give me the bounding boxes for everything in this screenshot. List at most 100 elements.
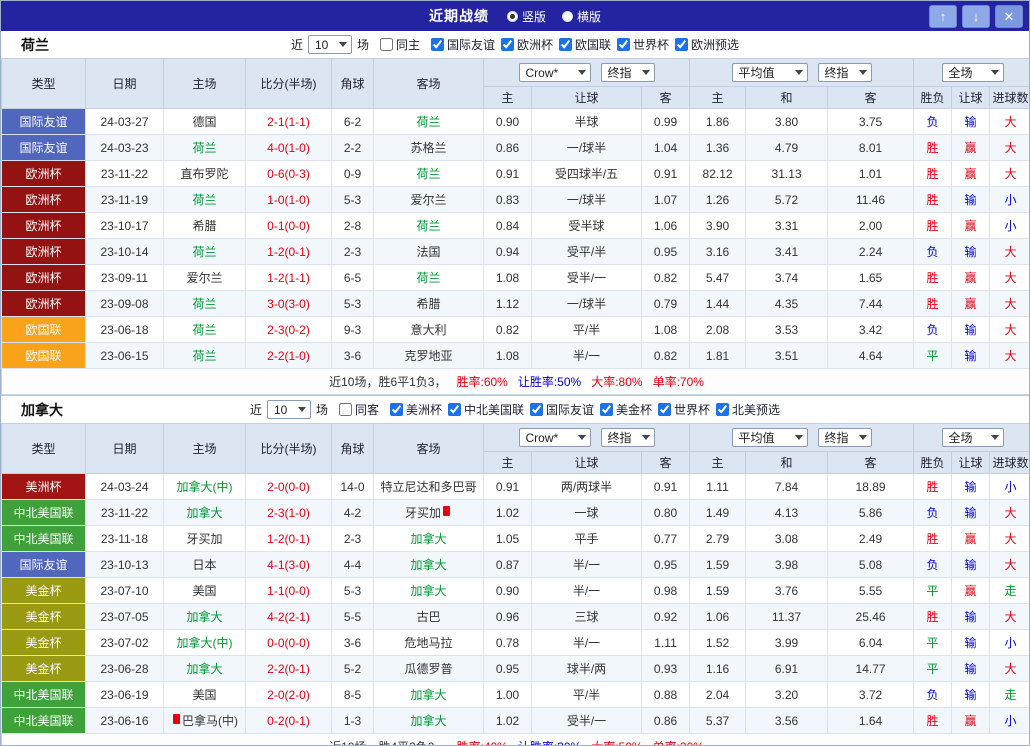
layout-radio-horizontal[interactable]: 横版 [562,8,601,25]
home-team: 加拿大 [163,603,246,630]
league-checkbox-input[interactable] [447,402,461,416]
away-team: 特立尼达和多巴哥 [373,473,484,500]
home-team: 荷兰 [163,134,246,161]
league-filter-checkbox[interactable]: 中北美国联 [447,401,524,418]
score: 4-1(3-0) [245,551,332,578]
scope-select[interactable]: 全场 [941,428,1004,447]
league-filter-checkbox[interactable]: 美金杯 [600,401,652,418]
final-odds-value-2: 终指 [824,66,849,80]
avg-draw: 4.79 [745,134,829,161]
same-venue-checkbox-input[interactable] [379,38,393,51]
scope-select[interactable]: 全场 [941,63,1004,82]
league-checkbox-input[interactable] [600,402,614,416]
corner-score: 3-6 [331,342,374,369]
league-checkbox-input[interactable] [559,37,573,51]
away-team: 爱尔兰 [373,186,484,213]
away-team-name: 希腊 [416,297,441,311]
odds-source-value: Crow* [525,430,559,445]
league-checkbox-input[interactable] [617,37,631,51]
score: 1-1(0-0) [245,577,332,604]
chevron-down-icon [577,435,586,440]
league-filter-checkbox[interactable]: 北美预选 [716,401,780,418]
odds-away: 0.91 [640,473,691,500]
league-checkbox-input[interactable] [501,37,514,51]
same-venue-checkbox-input[interactable] [338,403,352,416]
average-odds-select[interactable]: 平均值 [731,63,808,82]
avg-away: 2.49 [827,525,915,552]
score: 2-2(1-0) [245,342,332,369]
chevron-down-icon [794,435,803,440]
match-row: 欧洲杯 23-11-19 荷兰 1-0(1-0) 5-3 爱尔兰 0.83 一/球半 1.07 1… [1,186,1029,213]
match-row: 欧国联 23-06-18 荷兰 2-3(0-2) 9-3 意大利 0.82 平/半 1.08 2.… [1,316,1029,343]
recent-count-select[interactable]: 10 [307,35,352,54]
league-type-badge: 欧洲杯 [1,290,86,317]
odds-home: 0.94 [483,238,532,265]
score: 2-1(1-1) [245,108,332,135]
games-label: 场 [315,403,328,417]
league-checkbox-input[interactable] [716,402,730,416]
odds-source-select[interactable]: Crow* [518,63,591,82]
league-filter-checkbox[interactable]: 欧洲预选 [675,36,739,53]
odds-away: 0.82 [640,264,691,291]
league-checkbox-input[interactable] [389,402,403,416]
odds-away: 0.92 [640,603,691,630]
scroll-down-button[interactable]: ↓ [962,5,990,28]
league-checkbox-input[interactable] [675,37,689,51]
league-filter-checkbox[interactable]: 美洲杯 [389,401,442,418]
match-row: 欧洲杯 23-10-14 荷兰 1-2(0-1) 2-3 法国 0.94 受平/半 0.95 3.… [1,238,1029,265]
league-filter-checkbox[interactable]: 世界杯 [658,401,710,418]
filter-row: 荷兰 近 10 场 同主 国际友谊 欧洲杯 欧国联 世界杯 欧洲预选 [1,31,1029,58]
match-date: 23-06-28 [85,655,164,682]
league-checkbox-input[interactable] [430,37,444,51]
score: 0-6(0-3) [245,160,332,187]
final-odds-select[interactable]: 终指 [600,428,655,447]
match-row: 欧洲杯 23-10-17 希腊 0-1(0-0) 2-8 荷兰 0.84 受半球 1.06 3.9… [1,212,1029,239]
final-odds-select-2[interactable]: 终指 [817,63,872,82]
home-team: 德国 [163,108,246,135]
handicap: 半球 [531,108,642,135]
subcol-result-wdl: 胜负 [913,451,953,474]
recent-results-panel: 近期战绩 竖版 横版 ↑ ↓ ✕ 荷兰 近 10 场 同主 国际友谊 欧洲杯 欧… [0,0,1030,746]
avg-home: 5.37 [689,707,747,734]
close-button[interactable]: ✕ [995,5,1023,28]
home-team: 希腊 [163,212,246,239]
league-filter-checkbox[interactable]: 欧洲杯 [501,36,553,53]
home-team-name: 直布罗陀 [180,167,229,181]
summary-stat: 胜率:40% [456,740,507,745]
avg-draw: 3.53 [745,316,829,343]
league-checkbox-input[interactable] [530,402,543,416]
result-wdl: 平 [913,577,953,604]
match-date: 23-07-02 [85,629,164,656]
subcol-handicap: 让球 [531,451,642,474]
col-header-home: 主场 [163,58,246,109]
final-odds-select[interactable]: 终指 [600,63,655,82]
same-venue-checkbox[interactable]: 同客 [338,401,379,418]
league-filter-checkbox[interactable]: 国际友谊 [530,401,594,418]
league-filter-checkbox[interactable]: 欧国联 [559,36,611,53]
league-label: 美洲杯 [405,402,442,417]
avg-draw: 7.84 [745,473,829,500]
match-row: 欧国联 23-06-15 荷兰 2-2(1-0) 3-6 克罗地亚 1.08 半/一 0.82 1… [1,342,1029,369]
final-odds-select-2[interactable]: 终指 [817,428,872,447]
league-type-badge: 中北美国联 [1,525,86,552]
recent-count-select[interactable]: 10 [266,400,311,419]
odds-away: 0.98 [640,577,691,604]
score: 2-3(0-2) [245,316,332,343]
odds-home: 1.05 [483,525,532,552]
home-team: 直布罗陀 [163,160,246,187]
odds-source-select[interactable]: Crow* [518,428,591,447]
result-wdl: 负 [913,499,953,526]
same-venue-checkbox[interactable]: 同主 [379,36,420,53]
match-row: 中北美国联 23-11-22 加拿大 2-3(1-0) 4-2 牙买加 1.02 一球 0.80… [1,499,1029,526]
result-wdl: 胜 [913,603,953,630]
average-odds-select[interactable]: 平均值 [731,428,808,447]
scroll-up-button[interactable]: ↑ [929,5,957,28]
layout-radio-vertical[interactable]: 竖版 [506,8,546,25]
match-date: 24-03-24 [85,473,164,500]
league-filter-checkbox[interactable]: 世界杯 [617,36,669,53]
league-checkbox-input[interactable] [658,402,672,416]
subcol-avg-draw: 和 [745,451,829,474]
odds-away: 0.77 [640,525,691,552]
league-filter-list: 国际友谊 欧洲杯 欧国联 世界杯 欧洲预选 [425,36,739,54]
league-filter-checkbox[interactable]: 国际友谊 [430,36,495,53]
